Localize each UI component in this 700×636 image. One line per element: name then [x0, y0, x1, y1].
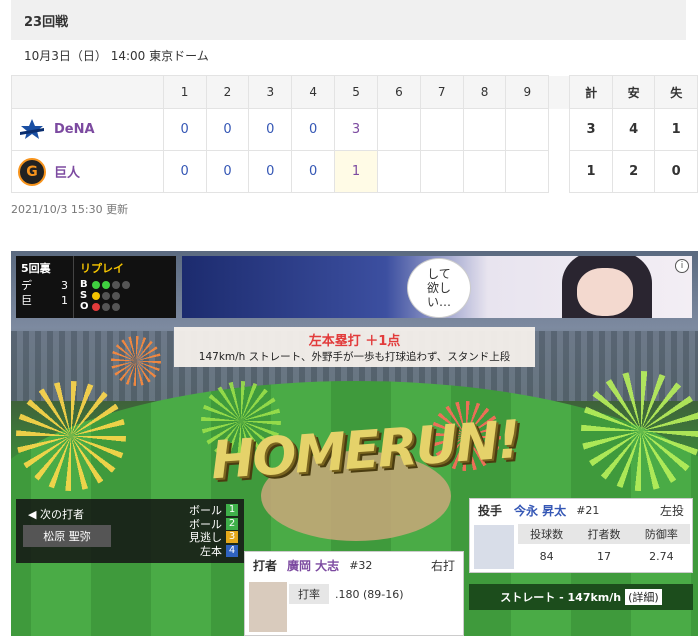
team-row-giants: G 巨人 0 0 0 0 1 1 2 0	[11, 150, 698, 193]
team-link-giants[interactable]: 巨人	[54, 162, 80, 181]
column-gap	[548, 75, 571, 109]
away-short: デ	[21, 279, 32, 292]
inning-header: 2	[205, 75, 250, 109]
inning-header: 1	[162, 75, 207, 109]
game-header: 23回戦 10月3日（日） 14:00 東京ドーム	[11, 0, 686, 70]
scoreboard: 1 2 3 4 5 6 7 8 9 計 安 失 DeNA 0 0 0 0 3 3…	[11, 75, 698, 193]
total-runs: 3	[569, 108, 613, 151]
score-cell: 0	[248, 150, 293, 193]
total-runs: 1	[569, 150, 613, 193]
score-cell: 3	[334, 108, 378, 151]
out-count: O	[80, 301, 170, 312]
errors-header: 失	[654, 75, 698, 109]
score-cell-live: 1	[334, 150, 378, 193]
score-cell	[376, 108, 421, 151]
game-title: 23回戦	[11, 0, 686, 40]
giants-logo-icon: G	[18, 157, 46, 186]
score-cell: 0	[291, 150, 336, 193]
next-batter-panel: ◀ 次の打者 松原 聖弥 ボール 1 ボール 2 見逃し 3 左本 4	[16, 499, 244, 563]
play-description: 147km/h ストレート、外野手が一歩も打球追わず、スタンド上段	[198, 351, 511, 363]
score-cell: 0	[291, 108, 336, 151]
firework-icon	[581, 371, 698, 491]
count-panel: 5回裏 デ 3 巨 1 リプレイ B S O	[16, 256, 176, 318]
pitcher-hand: 左投	[659, 503, 684, 518]
ad-banner[interactable]: して 欲し い… i	[182, 256, 692, 318]
pitch-info-text: ストレート - 147km/h	[500, 591, 622, 604]
game-meta: 10月3日（日） 14:00 東京ドーム	[24, 48, 209, 63]
total-errors: 0	[654, 150, 698, 193]
total-hits: 2	[611, 150, 656, 193]
inning-header: 6	[376, 75, 421, 109]
batter-stat: 打率 .180 (89-16)	[289, 584, 404, 604]
home-score: 1	[61, 294, 68, 307]
score-cell	[505, 150, 550, 193]
team-row-dena: DeNA 0 0 0 0 3 3 4 1	[11, 108, 698, 151]
team-link-dena[interactable]: DeNA	[54, 122, 95, 137]
inning-header: 3	[248, 75, 293, 109]
batter-number: #32	[349, 558, 373, 572]
inning-label: 5回裏	[21, 262, 51, 275]
firework-icon	[16, 381, 126, 491]
ad-character-face	[577, 268, 633, 316]
batter-hand: 右打	[430, 558, 455, 573]
score-cell	[505, 108, 550, 151]
batter-tag: 打者	[252, 558, 277, 573]
strike-count: S	[80, 290, 170, 301]
pitch-item: ボール 2	[189, 517, 238, 532]
ball-count: B	[80, 279, 170, 290]
score-cell	[376, 150, 421, 193]
firework-icon	[111, 336, 161, 386]
pitcher-name-link[interactable]: 今永 昇太	[514, 502, 566, 519]
total-errors: 1	[654, 108, 698, 151]
score-cell: 0	[205, 150, 250, 193]
play-result-box: 左本塁打 ＋1点 147km/h ストレート、外野手が一歩も打球追わず、スタンド…	[174, 327, 535, 367]
inning-header: 4	[291, 75, 336, 109]
score-cell	[419, 108, 464, 151]
hits-header: 安	[611, 75, 656, 109]
pitch-info-bar: ストレート - 147km/h (詳細)	[469, 584, 693, 610]
dena-logo-icon	[20, 118, 44, 139]
team-header	[11, 75, 164, 109]
pitch-item: ボール 1	[189, 504, 238, 518]
pitch-sequence: ボール 1 ボール 2 見逃し 3 左本 4	[189, 504, 238, 558]
pitch-item: 左本 4	[189, 544, 238, 559]
score-cell: 0	[162, 108, 207, 151]
score-cell: 0	[205, 108, 250, 151]
score-cell	[462, 150, 507, 193]
batter-name-link[interactable]: 廣岡 大志	[287, 557, 339, 574]
away-score: 3	[61, 279, 68, 292]
inning-header: 9	[505, 75, 550, 109]
score-cell	[462, 108, 507, 151]
next-batter-name[interactable]: 松原 聖弥	[23, 525, 111, 547]
pitcher-tag: 投手	[477, 503, 502, 518]
total-hits: 4	[611, 108, 656, 151]
live-scene: 5回裏 デ 3 巨 1 リプレイ B S O して 欲し い… i 左本塁打 ＋1点…	[11, 251, 698, 636]
pitcher-number: #21	[576, 503, 600, 517]
total-header: 計	[569, 75, 613, 109]
score-cell: 0	[248, 108, 293, 151]
home-short: 巨	[21, 294, 32, 307]
replay-label[interactable]: リプレイ	[80, 260, 170, 276]
inning-header: 5	[334, 75, 378, 109]
ad-speech-bubble: して 欲し い…	[407, 258, 471, 318]
play-title: 左本塁打 ＋1点	[308, 334, 401, 349]
next-batter-label[interactable]: ◀ 次の打者	[28, 506, 84, 522]
ad-info-icon[interactable]: i	[675, 259, 689, 273]
pitch-item: 見逃し 3	[189, 531, 238, 545]
batter-photo	[249, 582, 287, 632]
pitcher-photo	[474, 525, 514, 569]
batter-panel: 打者 廣岡 大志 #32 右打 打率 .180 (89-16)	[244, 551, 464, 636]
score-cell: 0	[162, 150, 207, 193]
pitch-detail-link[interactable]: (詳細)	[625, 589, 662, 605]
inning-header: 7	[419, 75, 464, 109]
score-cell	[419, 150, 464, 193]
inning-header: 8	[462, 75, 507, 109]
pitcher-panel: 投手 今永 昇太 #21 左投 投球数 打者数 防御率 84 17 2.74	[469, 498, 693, 573]
updated-timestamp: 2021/10/3 15:30 更新	[11, 203, 129, 216]
pitcher-stats: 投球数 打者数 防御率 84 17 2.74	[518, 524, 690, 568]
